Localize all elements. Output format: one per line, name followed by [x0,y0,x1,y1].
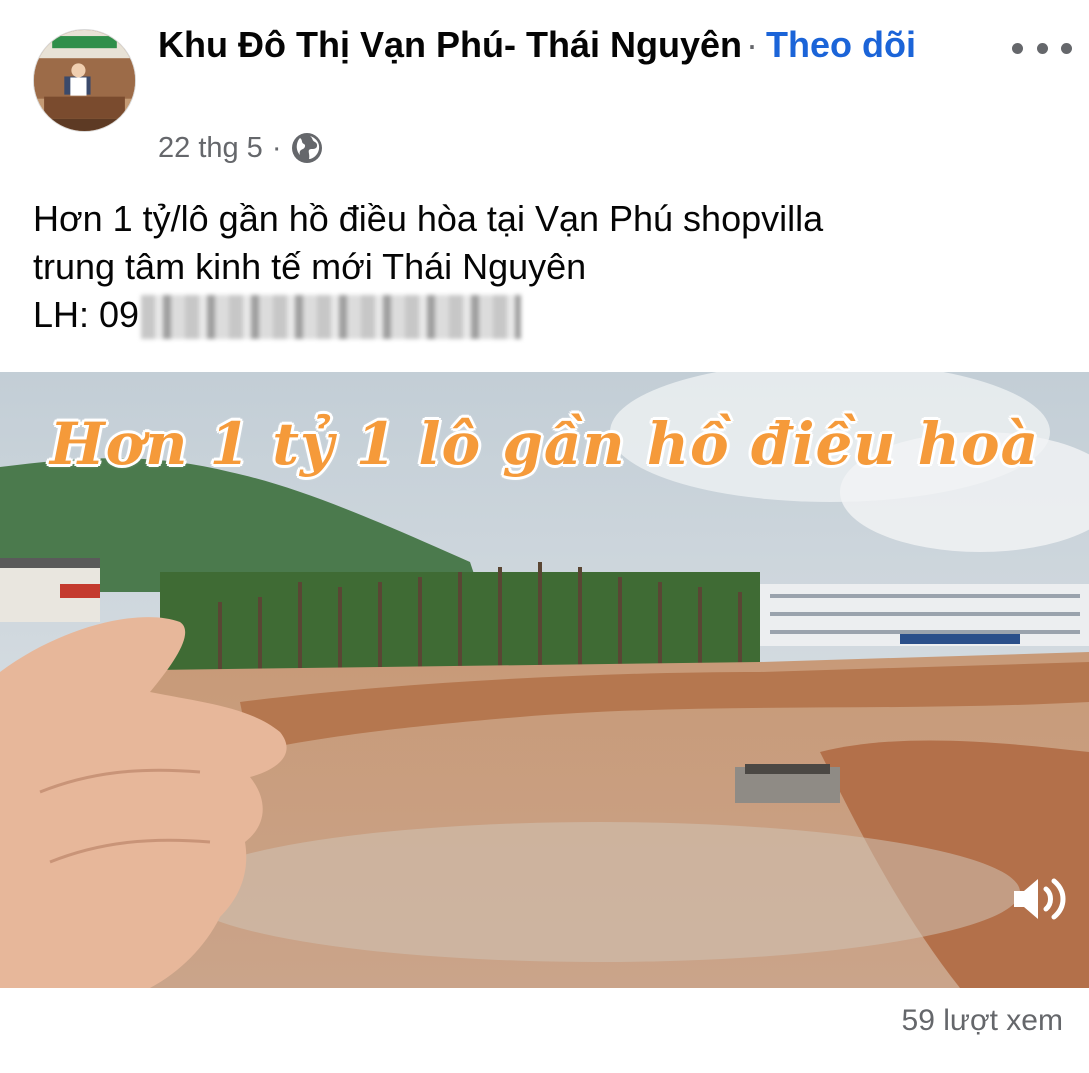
more-dots-icon [1036,42,1048,54]
follow-button[interactable]: Theo dõi [766,24,916,65]
volume-icon [1014,878,1066,920]
video-player[interactable]: Hơn 1 tỷ 1 lô gần hồ điều hoà [0,372,1089,988]
globe-icon [291,133,322,163]
page-avatar[interactable] [33,29,136,132]
view-count: 59 lượt xem [901,1004,1063,1037]
more-options-button[interactable] [1012,30,1072,66]
page-name-link[interactable]: Khu Đô Thị Vạn Phú- Thái Nguyên [158,24,742,65]
post-text-line: Hơn 1 tỷ/lô gần hồ điều hòa tại Vạn Phú … [33,198,824,239]
post-header: Khu Đô Thị Vạn Phú- Thái Nguyên · Theo dõi [158,22,958,68]
post-meta: 22 thg 5 · [158,128,323,168]
post-date-link[interactable]: 22 thg 5 [158,132,263,165]
phone-prefix: LH: 09 [33,294,140,335]
header-separator: · [745,24,758,65]
post-text-line-phone: LH: 09 [33,291,1053,340]
post-text-line: trung tâm kinh tế mới Thái Nguyên [33,246,587,287]
video-caption-overlay: Hơn 1 tỷ 1 lô gần hồ điều hoà [49,410,1040,478]
volume-button[interactable] [1004,869,1074,929]
post-message: Hơn 1 tỷ/lô gần hồ điều hòa tại Vạn Phú … [33,195,1053,340]
blurred-phone-number [141,295,522,340]
more-dots-icon [1061,42,1072,54]
meta-separator: · [271,131,282,164]
more-dots-icon [1012,42,1023,54]
avatar-image [34,30,135,131]
